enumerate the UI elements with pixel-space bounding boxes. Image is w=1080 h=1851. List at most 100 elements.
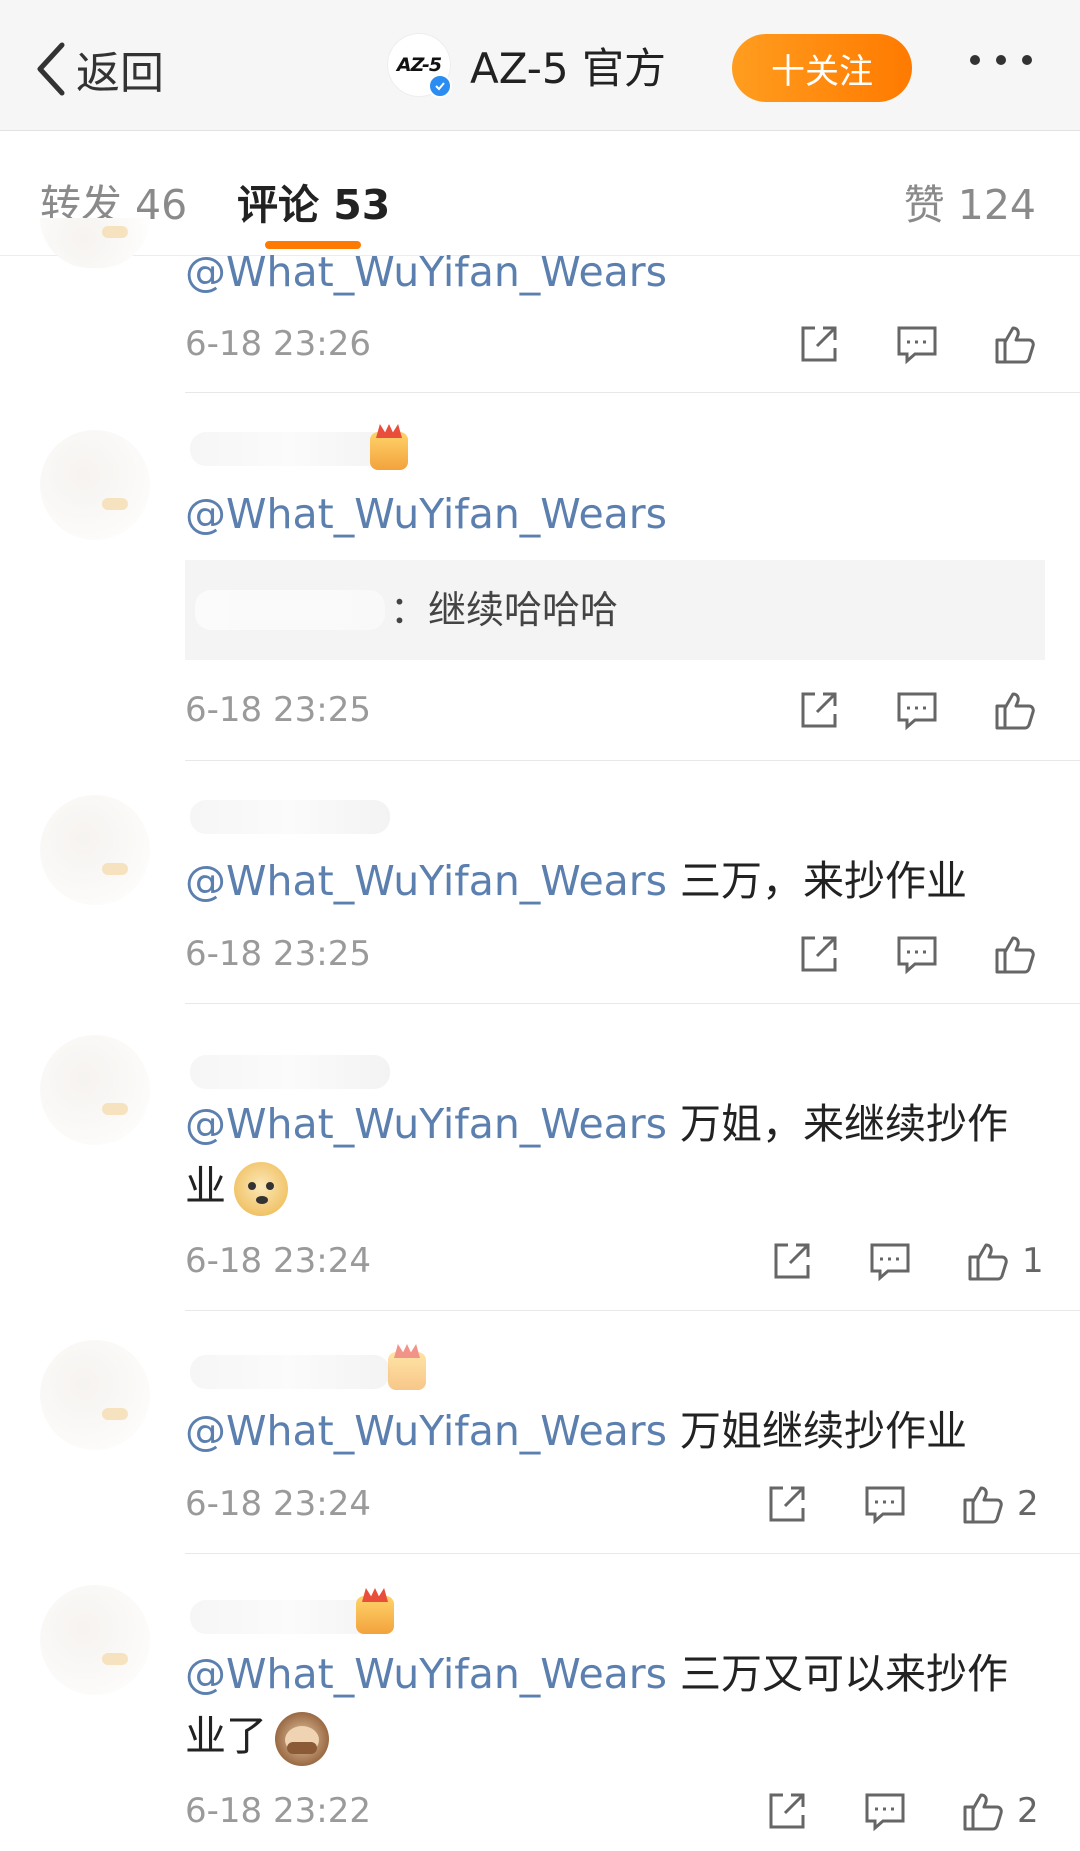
commenter-avatar[interactable] — [40, 1340, 150, 1450]
share-button[interactable] — [763, 1480, 811, 1528]
member-crown-icon — [356, 1596, 394, 1634]
reply-button[interactable] — [866, 1237, 914, 1285]
top-nav-bar: 返回 AZ-5 AZ-5 官方 十关注 — [0, 0, 1080, 131]
user-mention-link[interactable]: @What_WuYifan_Wears — [185, 857, 667, 905]
share-icon — [769, 1486, 805, 1522]
chevron-left-icon — [37, 42, 65, 96]
like-count: 2 — [1017, 1484, 1039, 1524]
more-options-icon[interactable] — [970, 55, 1070, 79]
thumbs-up-icon — [968, 1243, 1008, 1281]
quoted-reply-text: ：继续哈哈哈 — [390, 588, 619, 632]
thumbs-up-icon — [995, 936, 1035, 974]
commenter-nickname[interactable] — [190, 432, 390, 466]
comment-time: 6-18 23:24 — [185, 1241, 371, 1281]
share-icon — [801, 936, 837, 972]
comment-time: 6-18 23:25 — [185, 934, 371, 974]
comment-icon — [897, 326, 937, 365]
comment-text: @What_WuYifan_Wears 三万又可以来抄作业了 — [185, 1643, 1035, 1767]
commenter-avatar[interactable] — [40, 430, 150, 540]
like-button[interactable] — [991, 686, 1039, 734]
commenter-avatar[interactable] — [40, 795, 150, 905]
comment-text: @What_WuYifan_Wears 万姐继续抄作业 — [185, 1407, 968, 1455]
comment-time: 6-18 23:24 — [185, 1484, 371, 1524]
reply-button[interactable] — [893, 686, 941, 734]
comment-icon — [897, 936, 937, 975]
like-count: 1 — [1022, 1241, 1044, 1281]
comment-actions — [795, 318, 1049, 370]
commenter-avatar[interactable] — [40, 1585, 150, 1695]
doge-emoji-icon — [234, 1162, 288, 1216]
commenter-avatar[interactable] — [40, 1035, 150, 1145]
back-label: 返回 — [76, 48, 164, 99]
member-crown-icon — [388, 1352, 426, 1390]
thumbs-up-icon — [963, 1486, 1003, 1524]
comment-actions: 2 — [763, 1478, 1039, 1530]
user-mention-link[interactable]: @What_WuYifan_Wears — [185, 490, 667, 538]
share-button[interactable] — [768, 1237, 816, 1285]
commenter-nickname[interactable] — [190, 1055, 390, 1089]
user-mention-link[interactable]: @What_WuYifan_Wears — [185, 1100, 667, 1148]
comment-time: 6-18 23:26 — [185, 324, 371, 364]
account-name[interactable]: AZ-5 官方 — [470, 35, 666, 96]
comment-actions — [795, 928, 1049, 980]
comment-time: 6-18 23:22 — [185, 1791, 371, 1831]
comment-icon — [865, 1793, 905, 1832]
commenter-nickname[interactable] — [190, 800, 390, 834]
reply-button[interactable] — [893, 320, 941, 368]
like-button[interactable] — [991, 930, 1039, 978]
comment-text: @What_WuYifan_Wears 三万，来抄作业 — [185, 857, 968, 905]
comment-time: 6-18 23:25 — [185, 690, 371, 730]
user-mention-link[interactable]: @What_WuYifan_Wears — [185, 248, 667, 296]
tab-like[interactable]: 赞 124 — [904, 171, 1036, 231]
comment-divider — [185, 1003, 1080, 1004]
comment-divider — [185, 1553, 1080, 1554]
share-button[interactable] — [763, 1787, 811, 1835]
comment-text: @What_WuYifan_Wears 万姐，来继续抄作业 — [185, 1093, 1035, 1217]
comment-text: @What_WuYifan_Wears — [185, 241, 1035, 303]
commenter-nickname[interactable] — [190, 1355, 390, 1389]
reply-button[interactable] — [861, 1787, 909, 1835]
reply-button[interactable] — [861, 1480, 909, 1528]
comment-actions — [795, 684, 1049, 736]
comment-actions: 2 — [763, 1785, 1039, 1837]
user-mention-link[interactable]: @What_WuYifan_Wears — [185, 1650, 667, 1698]
share-button[interactable] — [795, 930, 843, 978]
verified-badge-icon — [428, 74, 452, 98]
comment-actions: 1 — [768, 1235, 1044, 1287]
thumbs-up-icon — [995, 692, 1035, 730]
quoted-reply-box[interactable]: ：继续哈哈哈 — [185, 560, 1045, 660]
comment-tabs: 转发 46 评论 53 赞 124 — [0, 131, 1080, 256]
share-icon — [769, 1793, 805, 1829]
thumbs-up-icon — [995, 326, 1035, 364]
back-button[interactable]: 返回 — [34, 38, 164, 100]
quoted-user-name — [195, 590, 385, 630]
user-mention-link[interactable]: @What_WuYifan_Wears — [185, 1407, 667, 1455]
like-count: 2 — [1017, 1791, 1039, 1831]
see-no-evil-monkey-emoji-icon — [275, 1712, 329, 1766]
account-avatar[interactable]: AZ-5 — [388, 34, 452, 98]
account-header[interactable]: AZ-5 AZ-5 官方 — [388, 34, 666, 98]
member-crown-icon — [370, 432, 408, 470]
thumbs-up-icon — [963, 1793, 1003, 1831]
reply-button[interactable] — [893, 930, 941, 978]
comment-text: @What_WuYifan_Wears — [185, 483, 1035, 545]
share-button[interactable] — [795, 686, 843, 734]
like-button[interactable] — [959, 1480, 1007, 1528]
comment-icon — [870, 1243, 910, 1282]
comment-icon — [865, 1486, 905, 1525]
like-button[interactable] — [991, 320, 1039, 368]
tab-comment[interactable]: 评论 53 — [237, 171, 390, 231]
account-logo-text: AZ-5 — [396, 54, 442, 76]
like-button[interactable] — [959, 1787, 1007, 1835]
commenter-avatar[interactable] — [40, 218, 150, 268]
follow-button[interactable]: 十关注 — [732, 34, 912, 102]
share-icon — [774, 1243, 810, 1279]
comment-icon — [897, 692, 937, 731]
comment-divider — [185, 392, 1080, 393]
comment-divider — [185, 1310, 1080, 1311]
comment-divider — [185, 760, 1080, 761]
share-button[interactable] — [795, 320, 843, 368]
like-button[interactable] — [964, 1237, 1012, 1285]
share-icon — [801, 692, 837, 728]
share-icon — [801, 326, 837, 362]
